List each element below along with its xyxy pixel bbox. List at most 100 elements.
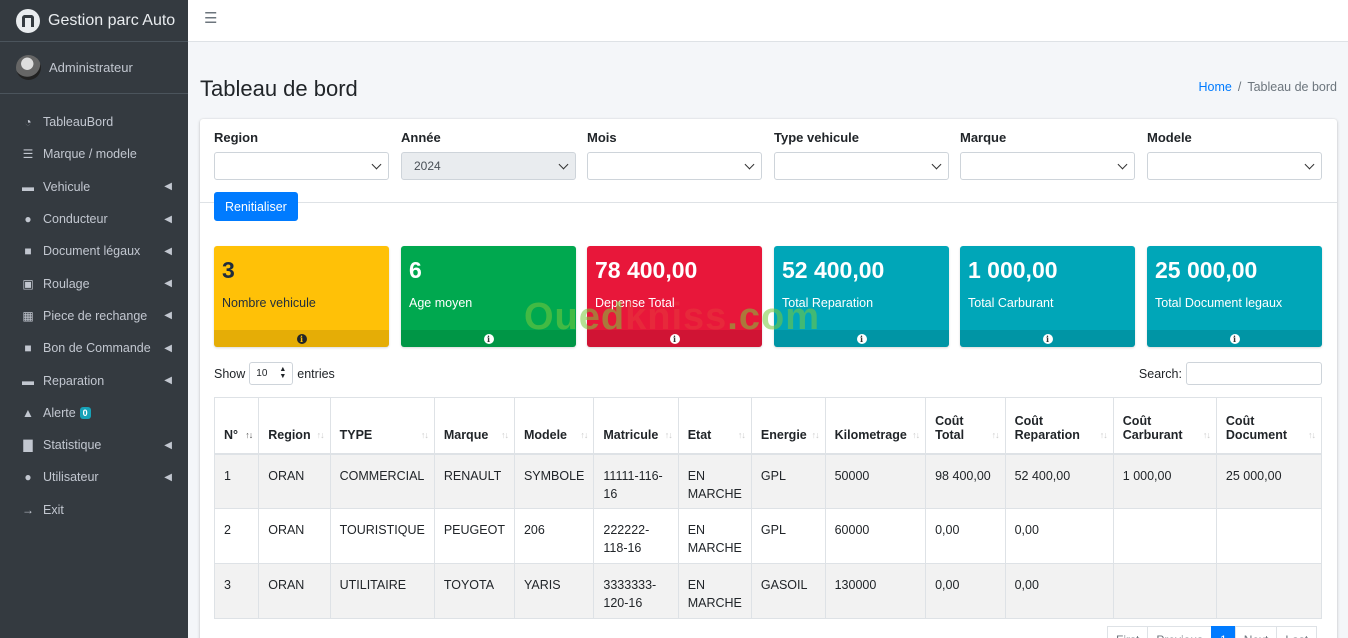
chevron-down-icon [371, 159, 382, 170]
mois-select[interactable] [587, 152, 762, 180]
table-cell: 60000 [824, 508, 927, 564]
column-header[interactable]: Modele ↑↓ [513, 397, 595, 455]
column-header[interactable]: Coût Document ↑↓ [1215, 397, 1323, 455]
filter-annee-label: Année [401, 130, 441, 145]
table-cell: 3 [213, 563, 260, 619]
user-panel[interactable]: Administrateur [0, 42, 188, 94]
breadcrumb-home-link[interactable]: Home [1199, 80, 1232, 94]
stat-more-info-link[interactable]: i [960, 330, 1135, 347]
column-header[interactable]: Coût Total ↑↓ [925, 397, 1006, 455]
sidebar-item-bon-de-commande[interactable]: ■ Bon de Commande ◀ [0, 332, 188, 364]
table-cell: ORAN [258, 563, 331, 619]
table-row[interactable]: 3 ORAN UTILITAIRE TOYOTA YARIS 3333333-120-16… [213, 563, 1323, 619]
sidebar-item-marque-modele[interactable]: ☰ Marque / modele [0, 138, 188, 170]
annee-select[interactable]: 2024 [401, 152, 576, 180]
pagination-next[interactable]: Next [1234, 626, 1278, 638]
sidebar-item-tableaubord[interactable]: ◔ TableauBord [0, 106, 188, 138]
stat-more-info-link[interactable]: i [214, 330, 389, 347]
table-cell: 25 000,00 [1215, 453, 1323, 509]
database-icon: ☰ [22, 147, 34, 162]
sidebar-item-label: Statistique [43, 438, 102, 453]
sidebar-item-label: Alerte [43, 405, 76, 420]
stat-label: Total Document legaux [1155, 296, 1283, 310]
car-icon: ▬ [22, 179, 34, 194]
stat-more-info-link[interactable]: i [587, 330, 762, 347]
column-header-label: Etat [687, 427, 712, 442]
sidebar-item-exit[interactable]: → Exit [0, 494, 188, 526]
column-header[interactable]: Etat ↑↓ [677, 397, 752, 455]
reset-button[interactable]: Renitialiser [214, 192, 298, 221]
table-row[interactable]: 2 ORAN TOURISTIQUE PEUGEOT 206 222222-118-16 E… [213, 508, 1323, 564]
table-cell: 0,00 [1004, 508, 1114, 564]
stat-value: 25 000,00 [1155, 257, 1258, 283]
table-cell: 0,00 [1004, 563, 1114, 619]
brand-link[interactable]: Gestion parc Auto [0, 0, 188, 42]
pagination-current[interactable]: 1 [1211, 626, 1236, 638]
column-header[interactable]: Energie ↑↓ [750, 397, 826, 455]
show-entries: Show 10 ▲ ▼ entries [214, 362, 335, 385]
column-header[interactable]: TYPE ↑↓ [329, 397, 435, 455]
chevron-left-icon: ◀ [164, 213, 172, 225]
column-header-label: Kilometrage [834, 427, 907, 442]
pagination-last[interactable]: Last [1276, 626, 1318, 638]
search-label: Search: [1138, 366, 1182, 381]
region-select[interactable] [214, 152, 389, 180]
column-header[interactable]: N° ↑↓ [213, 397, 260, 455]
table-cell: 52 400,00 [1004, 453, 1114, 509]
filter-type: Type vehicule [774, 130, 949, 180]
table-cell: EN MARCHE [677, 563, 752, 619]
column-header-label: Coût Reparation [1014, 413, 1080, 442]
table-cell: GASOIL [750, 563, 826, 619]
stat-label: Total Carburant [968, 296, 1054, 310]
sidebar-item-label: Marque / modele [43, 147, 137, 162]
column-header[interactable]: Marque ↑↓ [433, 397, 515, 455]
stat-more-info-link[interactable]: i [1147, 330, 1322, 347]
page-title: Tableau de bord [200, 76, 358, 101]
bell-icon: ▲ [22, 405, 34, 420]
sidebar-item-label: Conducteur [43, 212, 108, 227]
sidebar-item-alerte[interactable]: ▲ Alerte 0 [0, 397, 188, 429]
sidebar-item-statistique[interactable]: ▇ Statistique ◀ [0, 429, 188, 461]
user-icon: ● [24, 470, 32, 485]
search-input[interactable] [1186, 362, 1322, 385]
table-cell: EN MARCHE [677, 508, 752, 564]
table-cell: YARIS [513, 563, 595, 619]
pagination-previous[interactable]: Previous [1147, 626, 1213, 638]
table-cell: 3333333-120-16 [593, 563, 679, 619]
marque-select[interactable] [960, 152, 1135, 180]
sidebar-item-label: Utilisateur [43, 470, 99, 485]
sidebar-item-piece-de-rechange[interactable]: ▦ Piece de rechange ◀ [0, 300, 188, 332]
menu-toggle-icon[interactable]: ☰ [204, 9, 217, 27]
modele-select[interactable] [1147, 152, 1322, 180]
column-header[interactable]: Region ↑↓ [258, 397, 331, 455]
info-icon: i [1042, 333, 1053, 344]
sort-icon: ↑↓ [245, 429, 253, 440]
column-header[interactable]: Kilometrage ↑↓ [824, 397, 927, 455]
stat-box: 52 400,00 Total Reparation i [774, 246, 949, 347]
stat-more-info-link[interactable]: i [774, 330, 949, 347]
sidebar-item-document-l-gaux[interactable]: ■ Document légaux ◀ [0, 235, 188, 267]
column-header[interactable]: Matricule ↑↓ [593, 397, 679, 455]
table-cell: GPL [750, 453, 826, 509]
column-header[interactable]: Coût Carburant ↑↓ [1112, 397, 1217, 455]
sidebar-item-reparation[interactable]: ▬ Reparation ◀ [0, 364, 188, 396]
stat-box: 78 400,00 Depense Total i [587, 246, 762, 347]
column-header[interactable]: Coût Reparation ↑↓ [1004, 397, 1114, 455]
entries-select[interactable]: 10 ▲ ▼ [249, 362, 294, 385]
sort-icon: ↑↓ [1099, 429, 1108, 440]
sidebar-item-label: Bon de Commande [43, 341, 151, 356]
sidebar-item-conducteur[interactable]: ● Conducteur ◀ [0, 203, 188, 235]
sidebar-item-utilisateur[interactable]: ● Utilisateur ◀ [0, 461, 188, 493]
stat-more-info-link[interactable]: i [401, 330, 576, 347]
type-vehicule-select[interactable] [774, 152, 949, 180]
sidebar-item-label: Vehicule [43, 179, 91, 194]
column-header-label: Coût Carburant [1122, 413, 1183, 442]
sidebar-item-vehicule[interactable]: ▬ Vehicule ◀ [0, 171, 188, 203]
sidebar-item-label: Reparation [43, 373, 105, 388]
table-row[interactable]: 1 ORAN COMMERCIAL RENAULT SYMBOLE 11111-116-1… [213, 453, 1323, 509]
box-icon: ▦ [22, 308, 34, 323]
filter-marque: Marque [960, 130, 1135, 180]
sort-icon: ↑↓ [1202, 429, 1211, 440]
sidebar-item-roulage[interactable]: ▣ Roulage ◀ [0, 267, 188, 299]
pagination-first[interactable]: First [1107, 626, 1149, 638]
